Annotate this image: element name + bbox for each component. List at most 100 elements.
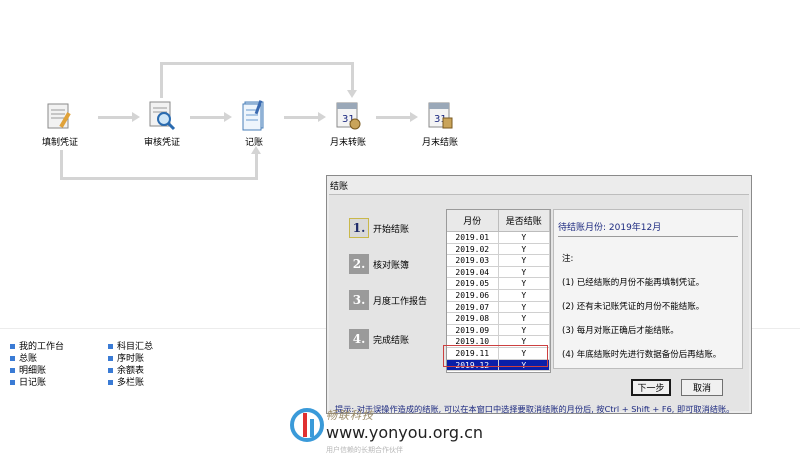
wizard-step-finish: 4. 完成结账 <box>349 328 409 350</box>
bullet-icon <box>108 344 113 349</box>
flow-connector <box>160 62 354 65</box>
bullet-icon <box>10 368 15 373</box>
bullet-icon <box>10 380 15 385</box>
flow-label: 月末结账 <box>421 138 458 148</box>
wizard-step-start-closing: 1. 开始结账 <box>349 217 409 239</box>
watermark: 畅联科技 www.yonyou.org.cn 用户信赖的长期合作伙伴 <box>290 405 530 455</box>
month-cell: 2019.03 <box>447 255 499 267</box>
table-header: 月份 是否结账 <box>447 210 550 232</box>
closing-dialog: 结账 1. 开始结账 2. 核对账簿 3. 月度工作报告 4. 完成结账 月份 <box>326 175 752 414</box>
flow-connector <box>255 150 258 180</box>
flow-node-month-end-close[interactable]: 31 月末结账 <box>410 98 470 148</box>
flow-label: 月末转账 <box>329 138 366 148</box>
brand-name: 畅联科技 <box>326 409 374 422</box>
next-step-button[interactable]: 下一步 <box>631 379 671 396</box>
month-cell: 2019.08 <box>447 313 499 325</box>
flow-connector <box>190 116 224 119</box>
closed-flag-cell: Y <box>498 255 550 267</box>
step-number: 1. <box>349 218 369 238</box>
flow-label: 记账 <box>244 138 263 148</box>
flow-node-fill-voucher[interactable]: 填制凭证 <box>30 98 90 148</box>
note-line: (2) 还有未记账凭证的月份不能结账。 <box>562 302 705 312</box>
table-row[interactable]: 2019.03 Y <box>447 255 550 267</box>
table-row[interactable]: 2019.02 Y <box>447 243 550 256</box>
month-cell: 2019.05 <box>447 278 499 290</box>
step-label: 完成结账 <box>373 335 410 346</box>
ledger-book-icon <box>242 100 264 131</box>
flow-arrow <box>347 90 357 98</box>
step-number: 2. <box>349 254 369 274</box>
bullet-icon <box>10 344 15 349</box>
flow-node-month-end-transfer[interactable]: 31 月末转账 <box>318 98 378 148</box>
table-row[interactable]: 2019.08 Y <box>447 313 550 325</box>
flow-label: 填制凭证 <box>41 138 78 148</box>
flow-connector <box>160 62 163 98</box>
note-label: 注: <box>562 254 574 264</box>
divider <box>558 236 738 237</box>
wizard-step-monthly-report: 3. 月度工作报告 <box>349 289 427 311</box>
brand-url: www.yonyou.org.cn <box>326 423 484 442</box>
wizard-step-check-books: 2. 核对账簿 <box>349 253 409 275</box>
flow-connector <box>98 116 132 119</box>
month-cell: 2019.07 <box>447 301 499 314</box>
selection-highlight-outline <box>443 345 548 367</box>
document-pen-icon <box>47 103 71 129</box>
flow-label: 审核凭证 <box>143 138 180 148</box>
flow-connector <box>284 116 318 119</box>
flow-connector <box>351 62 354 92</box>
month-cell: 2019.06 <box>447 289 499 302</box>
note-line: (4) 年底结账时先进行数据备份后再结账。 <box>562 350 722 360</box>
closed-flag-cell: Y <box>498 243 550 256</box>
calendar-transfer-icon: 31 <box>336 102 361 130</box>
document-magnifier-icon <box>149 101 176 131</box>
note-line: (3) 每月对账正确后才能结账。 <box>562 326 679 336</box>
step-label: 核对账簿 <box>373 260 410 271</box>
month-cell: 2019.02 <box>447 243 499 256</box>
table-row[interactable]: 2019.09 Y <box>447 324 550 337</box>
note-line: (1) 已经结账的月份不能再填制凭证。 <box>562 278 705 288</box>
table-row[interactable]: 2019.04 Y <box>447 266 550 279</box>
table-row[interactable]: 2019.07 Y <box>447 301 550 314</box>
table-row[interactable]: 2019.01 Y <box>447 232 550 244</box>
step-number: 4. <box>349 329 369 349</box>
column-header-closed: 是否结账 <box>499 210 550 231</box>
closed-flag-cell: Y <box>498 289 550 302</box>
pending-month-label: 待结账月份: 2019年12月 <box>558 223 662 233</box>
step-number: 3. <box>349 290 369 310</box>
step-label: 开始结账 <box>373 224 410 235</box>
nav-item-multi-column-ledger[interactable]: 多栏账 <box>108 375 144 388</box>
closed-flag-cell: Y <box>498 278 550 290</box>
nav-item-journal[interactable]: 日记账 <box>10 375 46 388</box>
cancel-button[interactable]: 取消 <box>681 379 723 396</box>
table-row[interactable]: 2019.06 Y <box>447 289 550 302</box>
flow-connector <box>60 177 258 180</box>
month-cell: 2019.04 <box>447 266 499 279</box>
closed-flag-cell: Y <box>498 313 550 325</box>
closed-flag-cell: Y <box>498 266 550 279</box>
nav-item-label: 日记账 <box>19 378 47 388</box>
flow-connector <box>376 116 410 119</box>
closing-info-panel: 待结账月份: 2019年12月 注: (1) 已经结账的月份不能再填制凭证。 (… <box>553 209 743 369</box>
closed-flag-cell: Y <box>498 232 550 244</box>
flow-node-review-voucher[interactable]: 审核凭证 <box>132 98 192 148</box>
brand-slogan: 用户信赖的长期合作伙伴 <box>326 446 403 454</box>
bullet-icon <box>108 368 113 373</box>
table-row[interactable]: 2019.05 Y <box>447 278 550 290</box>
step-label: 月度工作报告 <box>373 296 428 307</box>
dialog-title: 结账 <box>330 182 349 192</box>
bullet-icon <box>108 380 113 385</box>
month-cell: 2019.09 <box>447 324 499 337</box>
wizard-steps: 1. 开始结账 2. 核对账簿 3. 月度工作报告 4. 完成结账 <box>341 209 431 369</box>
flow-node-post-ledger[interactable]: 记账 <box>224 98 284 148</box>
calendar-close-icon: 31 <box>428 102 453 129</box>
nav-item-label: 多栏账 <box>117 378 145 388</box>
closed-flag-cell: Y <box>498 324 550 337</box>
closed-flag-cell: Y <box>498 301 550 314</box>
bullet-icon <box>108 356 113 361</box>
bullet-icon <box>10 356 15 361</box>
flow-connector <box>60 150 63 180</box>
column-header-month: 月份 <box>447 210 499 231</box>
month-cell: 2019.01 <box>447 232 499 244</box>
dialog-body: 1. 开始结账 2. 核对账簿 3. 月度工作报告 4. 完成结账 月份 是否结… <box>329 194 749 411</box>
brand-logo-icon <box>290 408 324 442</box>
